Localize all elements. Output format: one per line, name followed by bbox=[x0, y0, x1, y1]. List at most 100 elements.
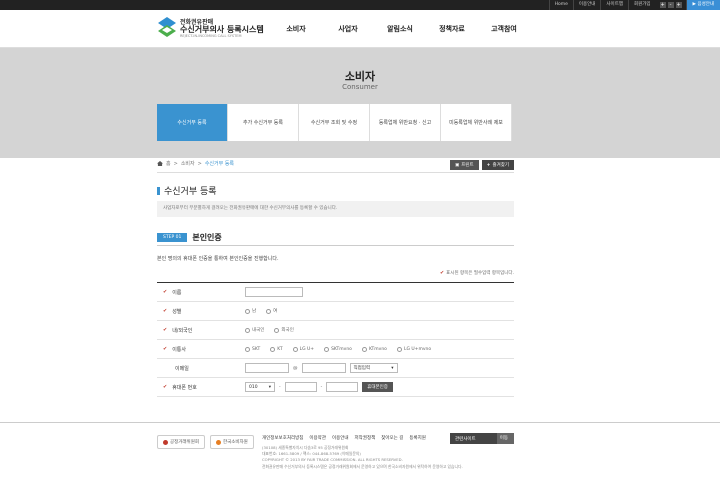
logo-subtitle: REJECT-IN-INCOMING CALL SYSTEM bbox=[180, 34, 242, 38]
nav-news[interactable]: 알림소식 bbox=[374, 10, 426, 48]
favorite-button[interactable]: + 즐겨찾기 bbox=[481, 160, 514, 170]
breadcrumb: 홈 > 소비자 > 수신거부 등록 bbox=[157, 160, 234, 167]
divider bbox=[157, 172, 514, 173]
zoom-reset-button[interactable]: - bbox=[667, 2, 674, 8]
info-notice: 사업자로부터 무분별하게 걸려오는 전화권유판매에 대한 수신거부의사를 등록할… bbox=[157, 201, 514, 217]
footer-link-copyright[interactable]: 저작권정책 bbox=[355, 435, 376, 441]
utility-bar: Home 이용안내 사이트맵 회원가입 + - + ▶ 음성안내 bbox=[0, 0, 720, 10]
form-row-name: ✔ 이름 bbox=[157, 283, 514, 302]
zoom-in-button[interactable]: + bbox=[659, 2, 666, 8]
chevron-down-icon: ▾ bbox=[391, 365, 394, 371]
nav-policy[interactable]: 정책자료 bbox=[426, 10, 478, 48]
kca-emblem-icon bbox=[215, 439, 221, 445]
phone-label: 휴대폰 번호 bbox=[172, 384, 197, 391]
subnav-report-unregistered[interactable]: 미등록업체 위반사례 제보 bbox=[441, 104, 512, 141]
identity-form: ✔ 이름 ✔ 성별 남 여 ✔ 내/외국인 내국인 외국인 ✔ 이통사 SKT KT L… bbox=[157, 282, 514, 397]
plus-icon: + bbox=[486, 162, 491, 168]
phone-auth-button[interactable]: 휴대폰인증 bbox=[362, 382, 393, 392]
radio-icon bbox=[245, 327, 250, 333]
name-input[interactable] bbox=[245, 287, 303, 297]
footer-link-privacy[interactable]: 개인정보보호처리방침 bbox=[262, 435, 303, 441]
gender-label: 성별 bbox=[172, 308, 182, 315]
form-row-gender: ✔ 성별 남 여 bbox=[157, 302, 514, 321]
phone-prefix-select[interactable]: 010 ▾ bbox=[245, 382, 275, 392]
footer-logos: 공정거래위원회 한국소비자원 bbox=[157, 435, 254, 449]
breadcrumb-consumer[interactable]: 소비자 bbox=[181, 160, 195, 167]
carrier-sktmvno-radio[interactable]: SKTmvno bbox=[324, 346, 352, 352]
radio-icon bbox=[324, 346, 330, 352]
domestic-radio[interactable]: 내국인 bbox=[245, 327, 264, 333]
printer-icon: ▣ bbox=[454, 162, 460, 168]
carrier-lgu-radio[interactable]: LG U+ bbox=[292, 346, 314, 352]
nav-business[interactable]: 사업자 bbox=[322, 10, 374, 48]
site-logo[interactable]: 전화권유판매 수신거부의사 등록시스템 REJECT-IN-INCOMING C… bbox=[158, 16, 264, 42]
step-title: 본인인증 bbox=[192, 233, 222, 242]
page-title: 수신거부 등록 bbox=[157, 184, 217, 197]
subnav-register[interactable]: 수신거부 등록 bbox=[157, 104, 228, 141]
radio-icon bbox=[361, 346, 367, 352]
hero-subtitle: Consumer bbox=[342, 83, 378, 91]
email-domain-select[interactable]: 직접입력 ▾ bbox=[349, 363, 398, 373]
email-domain-input[interactable] bbox=[301, 363, 346, 373]
nav-participation[interactable]: 고객참여 bbox=[478, 10, 530, 48]
carrier-kt-radio[interactable]: KT bbox=[270, 346, 283, 352]
footer-address: (30108) 세종특별자치시 다솜3로 95 공정거래위원회 대표번호: 16… bbox=[262, 445, 463, 469]
chevron-down-icon: ▾ bbox=[268, 384, 271, 390]
breadcrumb-current: 수신거부 등록 bbox=[204, 161, 235, 167]
site-header: 전화권유판매 수신거부의사 등록시스템 REJECT-IN-INCOMING C… bbox=[0, 10, 720, 48]
home-icon[interactable] bbox=[157, 161, 163, 166]
print-button[interactable]: ▣ 프린트 bbox=[449, 160, 479, 170]
required-check-icon: ✔ bbox=[439, 270, 445, 276]
subnav-add-register[interactable]: 추가 수신거부 등록 bbox=[228, 104, 299, 141]
phone-separator: - bbox=[279, 384, 281, 390]
gender-male-radio[interactable]: 남 bbox=[245, 308, 256, 314]
zoom-controls: + - + bbox=[656, 2, 686, 8]
footer-link-support[interactable]: 등록지원 bbox=[409, 435, 426, 441]
foreigner-radio[interactable]: 외국인 bbox=[274, 327, 294, 333]
carrier-label: 이통사 bbox=[172, 346, 187, 353]
form-row-nationality: ✔ 내/외국인 내국인 외국인 bbox=[157, 321, 514, 340]
ftc-emblem-icon bbox=[163, 439, 168, 445]
related-go-button[interactable]: 이동 bbox=[496, 433, 514, 444]
form-row-email: 이메일 @ 직접입력 ▾ bbox=[157, 359, 514, 378]
step-badge: STEP 01 bbox=[157, 233, 188, 242]
email-at-sign: @ bbox=[293, 365, 298, 371]
breadcrumb-home[interactable]: 홈 bbox=[166, 160, 171, 167]
join-link[interactable]: 회원가입 bbox=[627, 0, 656, 10]
nav-consumer[interactable]: 소비자 bbox=[270, 10, 322, 48]
carrier-lgumvno-radio[interactable]: LG U+mvno bbox=[396, 346, 431, 352]
email-id-input[interactable] bbox=[245, 363, 289, 373]
home-link[interactable]: Home bbox=[548, 0, 573, 10]
sitemap-link[interactable]: 사이트맵 bbox=[600, 0, 628, 10]
step-divider bbox=[157, 245, 514, 246]
radio-icon bbox=[274, 327, 280, 333]
radio-icon bbox=[245, 308, 250, 314]
hero-banner: 소비자 Consumer bbox=[0, 48, 720, 158]
ftc-logo[interactable]: 공정거래위원회 bbox=[157, 435, 205, 449]
carrier-skt-radio[interactable]: SKT bbox=[245, 346, 260, 352]
radio-icon bbox=[396, 346, 402, 352]
nationality-label: 내/외국인 bbox=[172, 327, 193, 334]
carrier-ktmvno-radio[interactable]: KTmvno bbox=[361, 346, 387, 352]
footer-link-directions[interactable]: 찾아오는 길 bbox=[381, 435, 403, 441]
form-row-phone: ✔ 휴대폰 번호 010 ▾ - - 휴대폰인증 bbox=[157, 378, 514, 397]
footer-link-terms[interactable]: 이용약관 bbox=[309, 435, 326, 441]
zoom-out-button[interactable]: + bbox=[675, 2, 682, 8]
kca-logo[interactable]: 한국소비자원 bbox=[209, 435, 254, 449]
related-sites-select[interactable]: 관련사이트 이동 bbox=[450, 433, 514, 444]
required-check-icon: ✔ bbox=[163, 327, 168, 333]
gender-female-radio[interactable]: 여 bbox=[266, 308, 277, 314]
phone-middle-input[interactable] bbox=[284, 382, 317, 392]
sub-nav: 수신거부 등록 추가 수신거부 등록 수신거부 조회 및 수정 등록업체 위반요… bbox=[157, 104, 512, 141]
title-bar-icon bbox=[157, 186, 160, 195]
radio-icon bbox=[266, 308, 272, 314]
voice-guide-button[interactable]: ▶ 음성안내 bbox=[685, 0, 720, 10]
name-label: 이름 bbox=[172, 289, 182, 296]
radio-icon bbox=[245, 346, 250, 352]
footer-link-guide[interactable]: 이용안내 bbox=[332, 435, 349, 441]
required-check-icon: ✔ bbox=[163, 308, 168, 314]
guide-link[interactable]: 이용안내 bbox=[572, 0, 601, 10]
subnav-lookup[interactable]: 수신거부 조회 및 수정 bbox=[299, 104, 370, 141]
subnav-report-violation[interactable]: 등록업체 위반요청 · 신고 bbox=[370, 104, 441, 141]
phone-last-input[interactable] bbox=[326, 382, 359, 392]
